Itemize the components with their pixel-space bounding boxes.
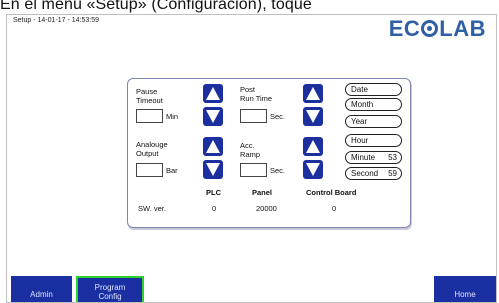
analogue-output-field[interactable] (136, 163, 163, 177)
caption-text: En el menú «Setup» (Configuración), toqu… (0, 0, 312, 13)
arrow-down-icon (206, 110, 220, 123)
analogue-output-down-button[interactable] (203, 160, 223, 179)
arrow-down-icon (206, 163, 220, 176)
pause-timeout-field[interactable] (136, 109, 163, 123)
second-button-value: 59 (388, 169, 397, 178)
panel-header: Panel (252, 188, 273, 197)
acc-ramp-label-line2: Ramp (240, 150, 261, 159)
home-button-label: Home (454, 290, 476, 299)
admin-button[interactable]: Admin (11, 276, 72, 302)
pause-timeout-up-button[interactable] (203, 84, 223, 103)
arrow-up-icon (206, 140, 220, 153)
second-button[interactable]: Second 59 (345, 167, 402, 180)
panel-version-value: 20000 (256, 204, 277, 213)
acc-ramp-label: Acc. Ramp (240, 141, 260, 159)
pause-timeout-label: Pause Timeout (136, 87, 163, 105)
post-run-time-label-line2: Run Time (240, 94, 273, 103)
hour-button[interactable]: Hour (345, 134, 402, 147)
hour-button-label: Hour (351, 136, 369, 145)
analogue-output-label: Analouge Output (136, 140, 168, 158)
analogue-output-label-line2: Output (136, 149, 159, 158)
month-button[interactable]: Month (345, 98, 402, 111)
analogue-output-up-button[interactable] (203, 137, 223, 156)
post-run-time-field[interactable] (240, 109, 267, 123)
minute-button-label: Minute (351, 153, 376, 162)
post-run-time-label-line1: Post (240, 85, 256, 94)
analogue-output-unit: Bar (166, 166, 178, 175)
program-config-button[interactable]: Program Config (76, 276, 144, 302)
settings-panel: Pause Timeout Min Analouge Output Bar Po… (127, 78, 411, 228)
post-run-time-down-button[interactable] (303, 107, 323, 126)
sw-version-label: SW. ver. (138, 204, 166, 213)
pause-timeout-down-button[interactable] (203, 107, 223, 126)
admin-button-label: Admin (30, 290, 53, 299)
program-config-label-line2: Config (98, 292, 122, 301)
pause-timeout-label-line1: Pause (136, 87, 158, 96)
logo-globe-icon (421, 20, 439, 37)
post-run-time-unit: Sec. (270, 112, 286, 121)
post-run-time-label: Post Run Time (240, 85, 272, 103)
program-config-label-line1: Program (94, 283, 126, 292)
pause-timeout-label-line2: Timeout (136, 96, 163, 105)
acc-ramp-down-button[interactable] (303, 160, 323, 179)
acc-ramp-field[interactable] (240, 163, 267, 177)
ecolab-logo: EC LAB (389, 16, 486, 42)
program-config-button-label: Program Config (78, 283, 142, 301)
arrow-up-icon (206, 87, 220, 100)
plc-version-value: 0 (212, 204, 217, 213)
home-button[interactable]: Home (434, 276, 496, 302)
pause-timeout-unit: Min (166, 112, 179, 121)
acc-ramp-up-button[interactable] (303, 137, 323, 156)
plc-header: PLC (206, 188, 221, 197)
arrow-up-icon (306, 87, 320, 100)
year-button-label: Year (351, 117, 368, 126)
post-run-time-up-button[interactable] (303, 84, 323, 103)
screen-title: Setup - 14-01-17 - 14:53:59 (13, 17, 100, 24)
control-board-header: Control Board (306, 188, 357, 197)
month-button-label: Month (351, 100, 374, 109)
logo-text-right: LAB (439, 16, 486, 41)
second-button-label: Second (351, 169, 379, 178)
minute-button-value: 53 (388, 153, 397, 162)
setup-screen: Setup - 14-01-17 - 14:53:59 EC LAB Pause … (6, 14, 497, 303)
date-button[interactable]: Date (345, 83, 402, 96)
minute-button[interactable]: Minute 53 (345, 151, 402, 164)
date-button-label: Date (351, 85, 368, 94)
analogue-output-label-line1: Analouge (136, 140, 168, 149)
arrow-down-icon (306, 110, 320, 123)
year-button[interactable]: Year (345, 115, 402, 128)
logo-text-left: EC (388, 16, 421, 41)
acc-ramp-unit: Sec. (270, 166, 286, 175)
acc-ramp-label-line1: Acc. (240, 141, 255, 150)
arrow-down-icon (306, 163, 320, 176)
control-board-version-value: 0 (332, 204, 337, 213)
arrow-up-icon (306, 140, 320, 153)
